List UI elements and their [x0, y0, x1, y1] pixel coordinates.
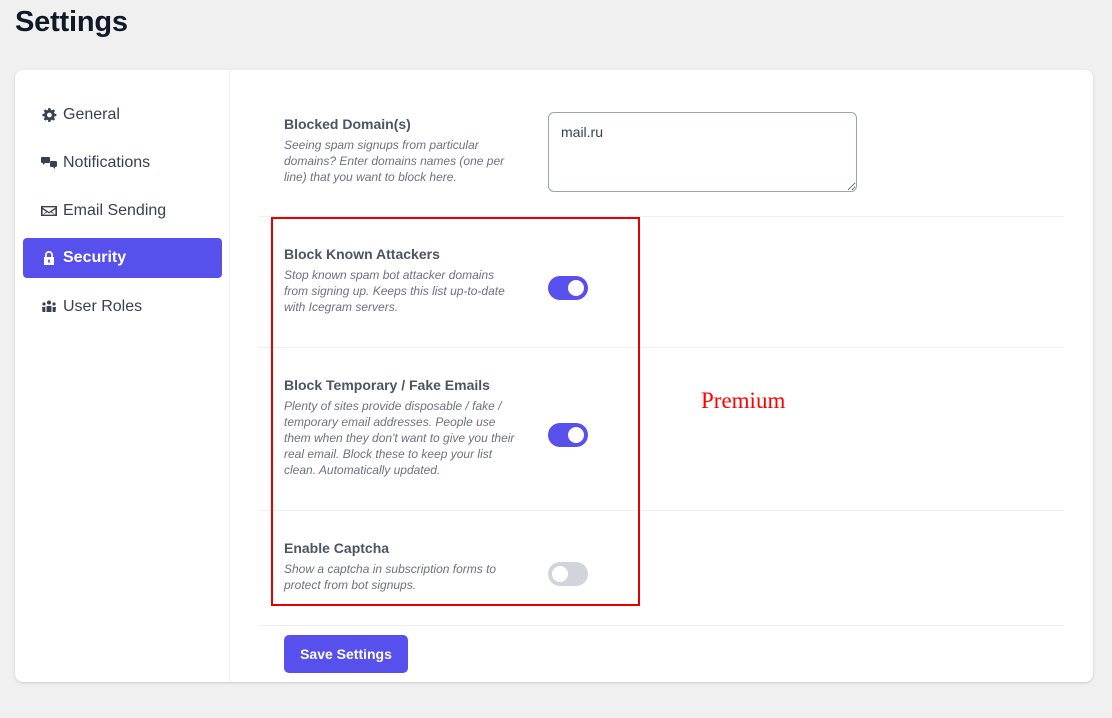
sidebar-item-email-sending[interactable]: Email Sending	[23, 191, 222, 231]
block-known-attackers-toggle[interactable]	[548, 276, 588, 300]
setting-enable-captcha: Enable Captcha Show a captcha in subscri…	[259, 511, 1064, 625]
setting-description: Show a captcha in subscription forms to …	[284, 562, 497, 592]
setting-title: Blocked Domain(s)	[284, 116, 411, 132]
toggle-knob	[568, 427, 584, 443]
envelope-icon	[40, 202, 58, 220]
setting-title: Block Temporary / Fake Emails	[284, 377, 490, 393]
toggle-knob	[552, 566, 568, 582]
setting-description: Plenty of sites provide disposable / fak…	[284, 399, 515, 477]
sidebar-item-label: Email Sending	[63, 202, 167, 219]
setting-block-known-attackers: Block Known Attackers Stop known spam bo…	[259, 217, 1064, 347]
sidebar-item-general[interactable]: General	[23, 95, 222, 135]
sidebar-item-label: User Roles	[63, 298, 143, 315]
toggle-knob	[568, 280, 584, 296]
enable-captcha-toggle[interactable]	[548, 562, 588, 586]
blocked-domains-input[interactable]: mail.ru	[548, 112, 857, 192]
setting-blocked-domains: Blocked Domain(s) Seeing spam signups fr…	[259, 70, 1064, 216]
setting-description: Seeing spam signups from particular doma…	[284, 138, 505, 184]
sidebar-item-label: Security	[63, 249, 127, 266]
save-settings-button[interactable]: Save Settings	[284, 635, 408, 673]
setting-title: Block Known Attackers	[284, 246, 440, 262]
security-settings-panel: Blocked Domain(s) Seeing spam signups fr…	[259, 70, 1064, 682]
page-title: Settings	[15, 6, 128, 38]
sidebar-item-label: General	[63, 106, 120, 123]
sidebar-item-notifications[interactable]: Notifications	[23, 143, 222, 183]
setting-title: Enable Captcha	[284, 540, 390, 556]
block-temporary-emails-toggle[interactable]	[548, 423, 588, 447]
settings-card: General Notifications Email Sending Secu…	[15, 70, 1093, 682]
gear-icon	[40, 106, 58, 124]
sidebar-item-label: Notifications	[63, 154, 151, 171]
premium-annotation: Premium	[701, 388, 786, 413]
sidebar-item-security[interactable]: Security	[23, 238, 222, 278]
users-icon	[40, 298, 58, 316]
setting-description: Stop known spam bot attacker domains fro…	[284, 268, 505, 314]
sidebar-item-user-roles[interactable]: User Roles	[23, 287, 222, 327]
divider	[259, 625, 1064, 626]
setting-block-temporary-emails: Block Temporary / Fake Emails Plenty of …	[259, 348, 1064, 510]
settings-sidebar: General Notifications Email Sending Secu…	[15, 70, 230, 682]
lock-icon	[40, 249, 58, 267]
chat-bubbles-icon	[40, 154, 58, 172]
